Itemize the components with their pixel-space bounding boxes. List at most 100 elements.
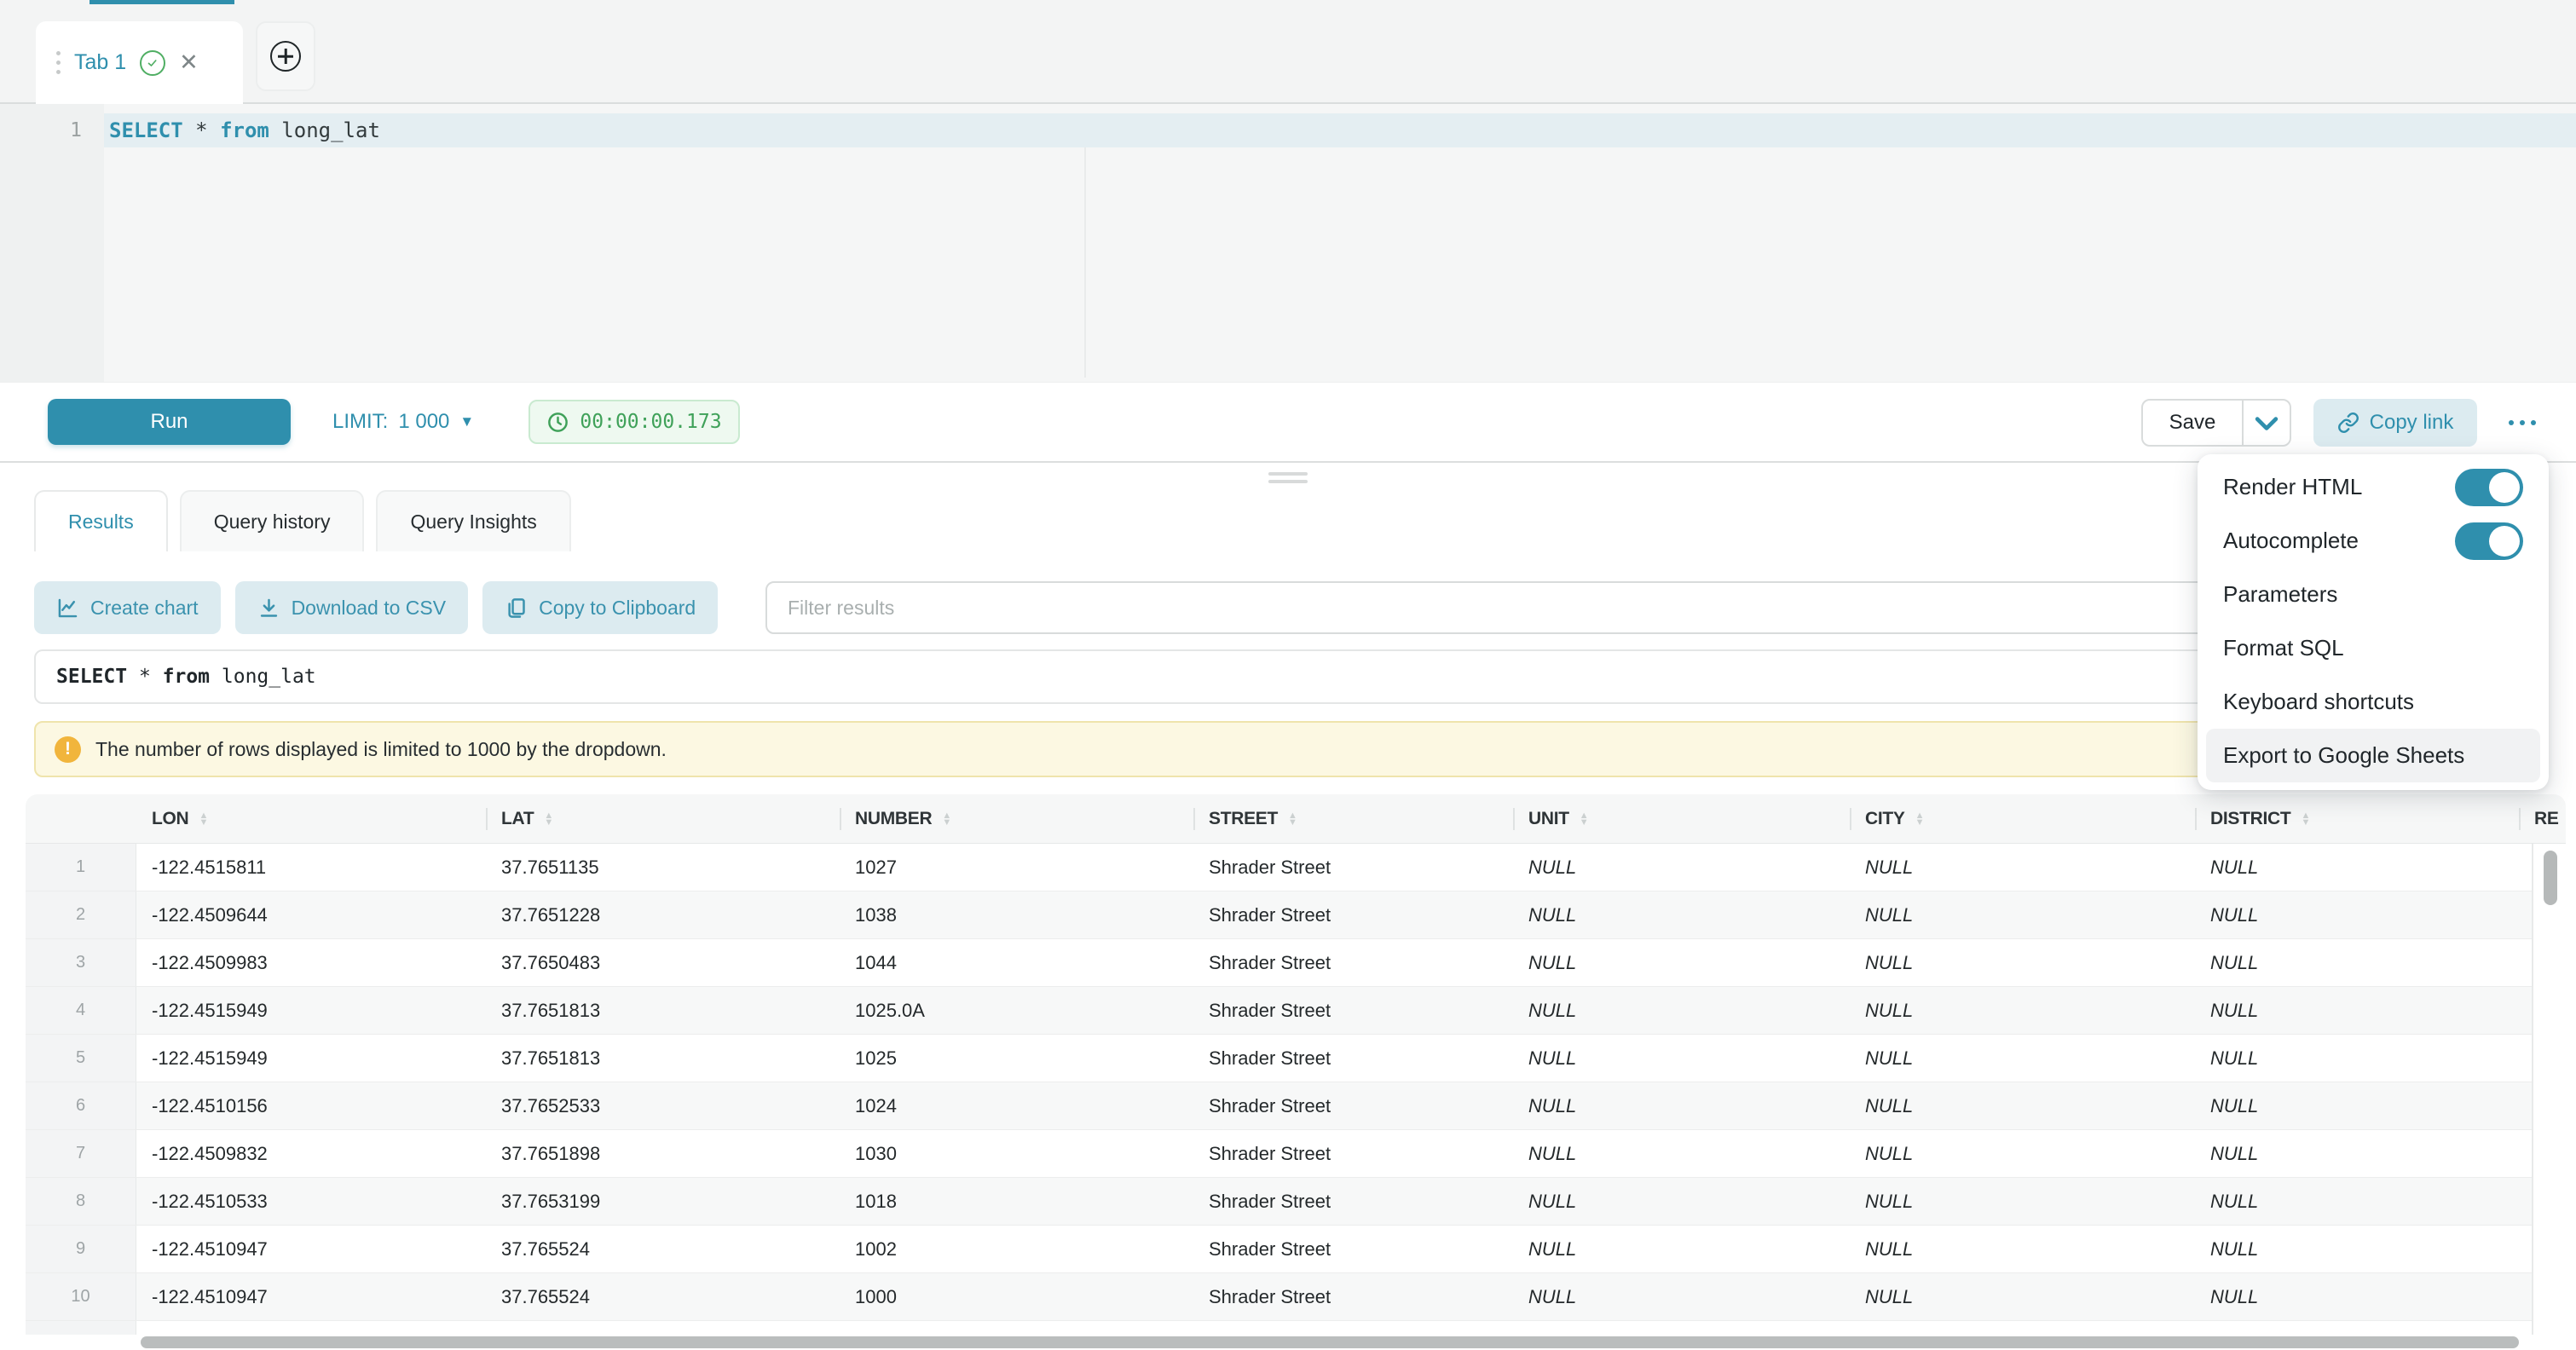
menu-item-parameters[interactable]: Parameters [2198,568,2549,621]
query-success-icon [140,50,165,76]
query-echo-box: SELECT * from long_lat [34,649,2549,704]
results-table: LON▲▼LAT▲▼NUMBER▲▼STREET▲▼UNIT▲▼CITY▲▼DI… [26,794,2566,1350]
table-cell [2519,1082,2534,1129]
row-limit-warning: ! The number of rows displayed is limite… [34,721,2549,777]
table-corner-cell [26,794,136,843]
sort-icon[interactable]: ▲▼ [942,812,951,826]
table-row[interactable]: 10-122.451094737.7655241000Shrader Stree… [26,1273,2532,1321]
table-cell: NULL [1513,1178,1850,1225]
tab-1[interactable]: Tab 1 ✕ [36,21,243,104]
table-row[interactable]: 3-122.450998337.76504831044Shrader Stree… [26,939,2532,987]
table-cell: 37.7651135 [486,844,840,891]
pane-resize-handle[interactable] [1268,472,1308,483]
table-row[interactable]: 7-122.450983237.76518981030Shrader Stree… [26,1130,2532,1178]
clipboard-icon [505,597,528,620]
add-tab-button[interactable] [256,21,315,91]
table-cell: Shrader Street [1193,1273,1513,1320]
sql-editor[interactable]: 1 SELECT * from long_lat [0,104,2576,382]
menu-item-export-to-google-sheets[interactable]: Export to Google Sheets [2206,729,2540,782]
menu-item-keyboard-shortcuts[interactable]: Keyboard shortcuts [2198,675,2549,729]
table-cell [2519,1130,2534,1177]
row-number: 9 [26,1226,136,1272]
table-cell: NULL [1850,1178,2195,1225]
timer-value: 00:00:00.173 [580,411,721,433]
menu-item-label: Keyboard shortcuts [2223,689,2414,715]
sort-icon[interactable]: ▲▼ [544,812,553,826]
table-cell: Shrader Street [1193,1035,1513,1082]
row-number: 8 [26,1178,136,1225]
table-cell: 37.765524 [486,1226,840,1272]
row-number: 7 [26,1130,136,1177]
table-row[interactable]: 9-122.451094737.7655241002Shrader Street… [26,1226,2532,1273]
table-row[interactable]: 6-122.451015637.76525331024Shrader Stree… [26,1082,2532,1130]
sort-icon[interactable]: ▲▼ [1580,812,1589,826]
table-row[interactable]: 8-122.451053337.76531991018Shrader Stree… [26,1178,2532,1226]
sort-icon[interactable]: ▲▼ [199,812,208,826]
button-label: Create chart [90,597,199,620]
sort-icon[interactable]: ▲▼ [1288,812,1297,826]
table-row[interactable]: 1-122.451581137.76511351027Shrader Stree… [26,844,2532,891]
save-options-chevron-icon[interactable] [2242,401,2290,445]
download-to-csv-button[interactable]: Download to CSV [235,581,469,634]
sort-icon[interactable]: ▲▼ [2301,812,2310,826]
menu-item-render-html[interactable]: Render HTML [2198,460,2549,514]
table-cell: NULL [1850,844,2195,891]
table-cell: NULL [1850,1035,2195,1082]
drag-handle-icon[interactable] [56,51,61,74]
table-cell: NULL [2195,1178,2519,1225]
column-header-district[interactable]: DISTRICT▲▼ [2195,794,2519,843]
column-header-lat[interactable]: LAT▲▼ [486,794,840,843]
copy-link-button[interactable]: Copy link [2313,399,2477,447]
table-cell [2519,987,2534,1034]
table-cell: NULL [2195,1226,2519,1272]
warning-icon: ! [55,736,81,763]
more-options-button[interactable] [2496,399,2549,447]
toggle-switch-on[interactable] [2455,469,2523,506]
menu-item-label: Autocomplete [2223,528,2359,554]
column-label: STREET [1209,809,1278,829]
table-cell: NULL [1513,1273,1850,1320]
column-header-lon[interactable]: LON▲▼ [136,794,486,843]
warning-text: The number of rows displayed is limited … [95,738,667,761]
table-row[interactable]: 4-122.451594937.76518131025.0AShrader St… [26,987,2532,1035]
table-cell: 37.7653199 [486,1178,840,1225]
toggle-switch-on[interactable] [2455,522,2523,560]
menu-item-autocomplete[interactable]: Autocomplete [2198,514,2549,568]
menu-item-format-sql[interactable]: Format SQL [2198,621,2549,675]
column-header-city[interactable]: CITY▲▼ [1850,794,2195,843]
horizontal-scrollbar-thumb[interactable] [141,1336,2519,1348]
vertical-scrollbar-thumb[interactable] [2544,851,2557,905]
table-cell: NULL [2195,987,2519,1034]
results-tab-query-history[interactable]: Query history [180,490,365,551]
table-cell: NULL [1850,1082,2195,1129]
row-number: 5 [26,1035,136,1082]
horizontal-scrollbar [26,1335,2566,1350]
limit-dropdown[interactable]: LIMIT: 1 000 ▼ [332,399,474,445]
results-tab-bar: ResultsQuery historyQuery Insights [34,490,571,551]
sort-icon[interactable]: ▲▼ [1915,812,1925,826]
results-tab-results[interactable]: Results [34,490,168,551]
save-button[interactable]: Save [2143,401,2242,445]
column-label: NUMBER [855,809,932,829]
code-line[interactable]: SELECT * from long_lat [109,113,380,147]
table-row[interactable]: 2-122.450964437.76512281038Shrader Stree… [26,891,2532,939]
create-chart-button[interactable]: Create chart [34,581,221,634]
run-button[interactable]: Run [48,399,291,445]
column-header-street[interactable]: STREET ▲▼ [1193,794,1513,843]
table-cell: -122.4509644 [136,891,486,938]
table-cell: 37.7651898 [486,1130,840,1177]
close-tab-icon[interactable]: ✕ [179,51,199,74]
table-row[interactable]: 5-122.451594937.76518131025Shrader Stree… [26,1035,2532,1082]
tab-title: Tab 1 [74,50,126,75]
column-header-re[interactable]: RE▲▼ [2519,794,2566,843]
table-header-row: LON▲▼LAT▲▼NUMBER▲▼STREET▲▼UNIT▲▼CITY▲▼DI… [26,794,2566,844]
results-tab-query-insights[interactable]: Query Insights [376,490,570,551]
sql-keyword: SELECT [109,118,183,142]
link-icon [2337,412,2359,434]
table-cell: NULL [1850,939,2195,986]
row-number: 3 [26,939,136,986]
table-cell: NULL [1513,1226,1850,1272]
copy-to-clipboard-button[interactable]: Copy to Clipboard [482,581,718,634]
column-header-number[interactable]: NUMBER ▲▼ [840,794,1193,843]
column-header-unit[interactable]: UNIT▲▼ [1513,794,1850,843]
